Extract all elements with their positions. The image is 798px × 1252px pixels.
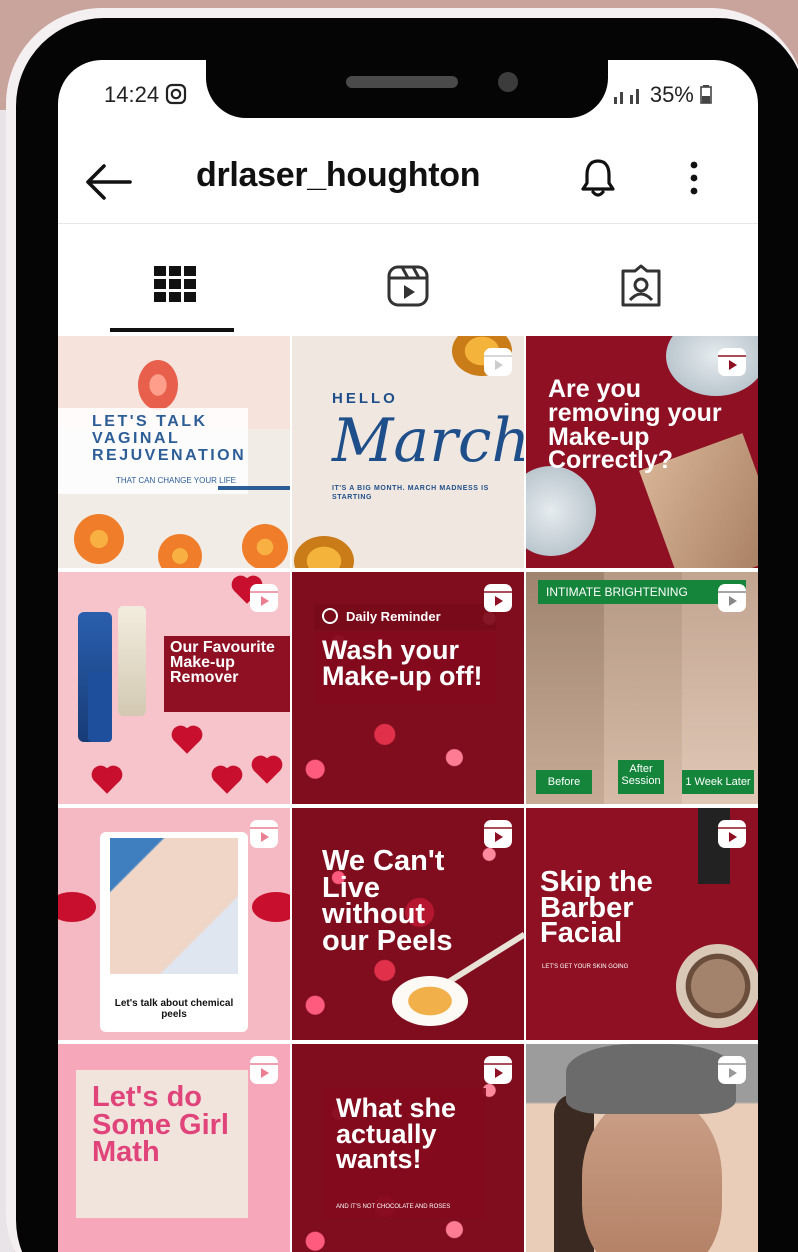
post-tile[interactable]: Our Favourite Make-up Remover [58,572,290,804]
check-circle-icon [322,608,338,624]
active-tab-indicator [110,328,234,332]
post-heading: Let's do Some Girl Math [92,1081,229,1169]
post-heading: Our Favourite Make-up Remover [170,639,275,687]
flower-decoration [74,514,124,564]
reel-badge-icon [484,348,512,376]
tab-reels[interactable] [291,250,524,332]
flower-decoration [242,524,288,568]
post-caption: Let's talk about chemical peels [114,998,234,1020]
post-heading: Are you removing your Make-up Correctly? [548,375,722,475]
heart-decoration [174,728,200,754]
reel-badge-icon [484,820,512,848]
post-heading: What she actually wants! [336,1093,457,1175]
reel-badge-icon [484,584,512,612]
cream-swatch [526,466,596,556]
facial-photo [110,838,238,974]
post-tile[interactable]: HELLO March IT'S A BIG MONTH. MARCH MADN… [292,336,524,568]
reel-badge-icon [718,584,746,612]
reel-badge-icon [718,1056,746,1084]
profile-header: drlaser_houghton [58,142,758,222]
tab-tagged[interactable] [524,250,757,332]
after-label: After Session [618,760,664,794]
product-bottle [118,606,146,716]
product-bottle [88,672,112,742]
lips-decoration [252,892,290,922]
phone-screen: 14:24 35% drlaser_houghton LET'S TALK VA… [58,60,758,1252]
battery-percent: 35% [649,82,694,107]
heart-decoration [214,768,240,794]
posts-grid: LET'S TALK VAGINAL REJUVENATION THAT CAN… [58,336,758,1252]
tagged-icon [621,264,660,307]
post-heading: Wash your Make-up off! [322,635,483,691]
post-subtext: THAT CAN CHANGE YOUR LIFE [116,476,237,485]
status-bar-left: 14:24 [104,82,187,108]
lips-decoration [58,892,96,922]
reel-badge-icon [484,1056,512,1084]
front-camera [498,72,518,92]
reel-badge-icon [250,820,278,848]
later-label: 1 Week Later [682,770,754,794]
post-heading: We Can't Live without our Peels [322,845,453,958]
status-bar-right: 35% [613,82,712,108]
post-tile[interactable]: What she actually wants! AND IT'S NOT CH… [292,1044,524,1252]
bell-icon[interactable] [576,156,620,200]
reel-badge-icon [250,1056,278,1084]
profile-tabs [58,250,758,332]
post-tile[interactable]: Let's do Some Girl Math [58,1044,290,1252]
post-tile[interactable]: Let's talk about chemical peels [58,808,290,1040]
post-subtext: IT'S A BIG MONTH. MARCH MADNESS IS START… [332,485,489,502]
post-tile[interactable]: LET'S TALK VAGINAL REJUVENATION THAT CAN… [58,336,290,568]
heart-decoration [254,758,280,784]
header-divider [58,223,758,224]
instagram-notification-icon [166,83,187,105]
hair-towel [566,1044,736,1114]
post-tile[interactable] [526,1044,758,1252]
back-arrow-icon[interactable] [84,160,134,204]
post-heading: HELLO [332,390,398,407]
flower-decoration [158,534,202,568]
post-heading: LET'S TALK VAGINAL REJUVENATION [92,413,247,464]
post-subtext: AND IT'S NOT CHOCOLATE AND ROSES [336,1204,451,1210]
reel-badge-icon [718,348,746,376]
reels-icon [387,265,428,307]
clay-mask-bowl [676,944,758,1028]
post-tile[interactable]: Are you removing your Make-up Correctly? [526,336,758,568]
reel-badge-icon [718,820,746,848]
selfie-photo [582,1096,722,1252]
tab-posts-grid[interactable] [58,250,291,332]
arrow-decoration [218,486,290,490]
speaker-grille [346,76,458,88]
battery-icon [700,85,712,104]
post-subtext: LET'S GET YOUR SKIN GOING [542,964,629,970]
treatment-device [138,360,178,410]
peel-bowl [392,976,468,1026]
status-time: 14:24 [104,82,160,107]
before-label: Before [536,770,592,794]
heart-decoration [94,768,120,794]
post-heading: Skip the Barber Facial [540,866,653,950]
daily-reminder-label: Daily Reminder [314,604,496,630]
post-banner: INTIMATE BRIGHTENING [538,580,746,604]
signal-icon [613,89,639,104]
camera-notch [206,60,608,118]
post-tile[interactable]: Daily Reminder Wash your Make-up off! [292,572,524,804]
reel-badge-icon [250,584,278,612]
more-vertical-icon[interactable] [682,156,706,200]
post-script-title: March [332,406,524,476]
post-tile[interactable]: We Can't Live without our Peels [292,808,524,1040]
post-tile[interactable]: INTIMATE BRIGHTENING Before After Sessio… [526,572,758,804]
gold-balloon [294,536,354,568]
post-tile[interactable]: Skip the Barber Facial LET'S GET YOUR SK… [526,808,758,1040]
profile-username: drlaser_houghton [196,156,481,194]
grid-icon [153,266,196,302]
